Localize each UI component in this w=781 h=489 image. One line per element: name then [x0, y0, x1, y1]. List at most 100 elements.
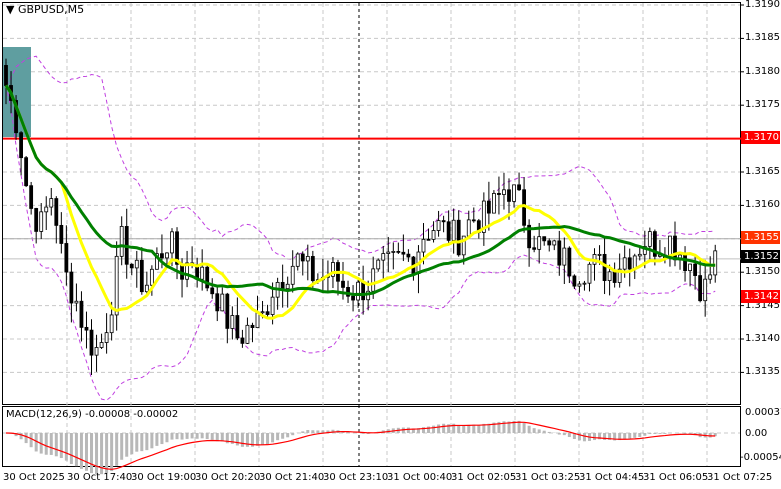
candle-bull [200, 266, 205, 280]
candle-bear [401, 251, 406, 255]
candle-bull [622, 257, 627, 270]
macd-label: MACD(12,26,9) -0.00008 -0.00002 [6, 409, 179, 420]
macd-histogram-bar [316, 430, 320, 433]
candle-bull [381, 253, 386, 261]
macd-histogram-bar [266, 433, 270, 445]
macd-histogram-bar [281, 433, 285, 439]
ma-fast-line [4, 84, 716, 320]
candle-bull [134, 259, 139, 269]
macd-histogram-bar [311, 430, 315, 433]
macd-histogram-bar [547, 431, 551, 433]
macd-histogram-bar [638, 433, 642, 437]
candle-bull [74, 300, 79, 304]
candle-bear [34, 208, 39, 232]
candle-bull [492, 193, 496, 214]
macd-histogram-bar [658, 433, 662, 434]
macd-histogram-bar [522, 422, 526, 433]
candle-bear [532, 247, 537, 250]
candle-bull [260, 311, 265, 314]
macd-histogram-bar [195, 433, 199, 439]
candle-bear [612, 271, 617, 283]
candle-bull [295, 253, 300, 267]
candle-bull [582, 282, 587, 285]
candle-bear [280, 281, 285, 290]
candle-bull [431, 230, 436, 240]
price-axis-label: 1.3190 [745, 0, 780, 10]
macd-histogram-bar [648, 433, 652, 435]
candle-bull [703, 278, 708, 302]
candle-bear [396, 250, 401, 253]
candle-bull [647, 231, 652, 247]
macd-histogram-bar [90, 433, 94, 474]
macd-histogram-bar [593, 433, 597, 441]
macd-histogram-bar [442, 423, 446, 433]
macd-histogram-bar [200, 433, 204, 439]
macd-histogram-bar [110, 433, 114, 472]
candle-bull [99, 342, 104, 348]
candle-bear [19, 132, 23, 159]
macd-histogram-bar [64, 433, 68, 461]
candle-bear [24, 157, 29, 187]
macd-histogram-bar [462, 425, 466, 433]
candle-bull [104, 332, 109, 343]
candle-bear [542, 236, 547, 242]
candle-bear [250, 324, 255, 328]
main-pane-frame [2, 2, 741, 405]
candle-bull [39, 211, 44, 232]
candle-bull [607, 271, 612, 281]
candle-bear [673, 235, 677, 261]
candle-bear [406, 253, 411, 258]
macd-histogram-bar [140, 433, 144, 452]
macd-histogram-bar [84, 433, 88, 471]
macd-histogram-bar [29, 433, 33, 448]
macd-histogram-bar [120, 433, 124, 460]
macd-histogram-bar [557, 433, 561, 435]
candle-bear [160, 253, 164, 259]
macd-axis-bottom: -0.00054 [740, 452, 781, 463]
candle-bear [215, 293, 220, 312]
candle-bull [451, 219, 456, 241]
candle-bear [4, 65, 8, 86]
macd-histogram-bar [190, 433, 194, 439]
candle-bear [426, 238, 431, 241]
candle-bull [270, 296, 275, 315]
candle-bull [114, 255, 119, 316]
macd-histogram-bar [256, 433, 259, 446]
macd-histogram-bar [180, 433, 184, 440]
candle-bull [165, 252, 169, 259]
time-axis-label: 31 Oct 00:40 [387, 472, 453, 483]
candle-bear [446, 221, 451, 241]
candle-bear [557, 240, 562, 266]
macd-axis-zero: 0.00 [745, 428, 768, 439]
macd-histogram-bar [175, 433, 179, 440]
candle-bull [421, 238, 426, 253]
candle-bear [567, 247, 572, 277]
macd-histogram-bar [240, 433, 244, 447]
macd-histogram-bar [291, 433, 295, 436]
chart-window: ▼ GBPUSD,M5 MACD(12,26,9) -0.00008 -0.00… [0, 0, 781, 489]
candle-bear [486, 200, 491, 214]
macd-histogram-bar [582, 433, 586, 442]
candle-bull [285, 283, 290, 290]
time-axis-label: 31 Oct 02:05 [451, 472, 517, 483]
resistance-price-tag: 1.3170 [741, 131, 780, 144]
time-axis-label: 31 Oct 07:25 [707, 472, 773, 483]
candle-bear [627, 257, 632, 270]
macd-histogram-bar [532, 428, 536, 433]
candle-bear [64, 243, 69, 273]
time-axis-label: 31 Oct 03:25 [515, 472, 581, 483]
candle-bear [300, 253, 305, 262]
time-axis-label: 31 Oct 04:45 [579, 472, 645, 483]
macd-histogram-bar [74, 433, 78, 467]
candle-bear [54, 198, 59, 226]
candle-bull [391, 250, 396, 253]
candle-bull [688, 263, 692, 272]
candle-bear [69, 271, 74, 304]
dropdown-triangle-icon[interactable]: ▼ [6, 3, 18, 16]
candle-bear [683, 254, 687, 272]
candle-bear [361, 281, 366, 301]
candle-bull [376, 259, 381, 270]
macd-histogram-bar [95, 433, 99, 475]
macd-histogram-bar [437, 424, 441, 433]
symbol-title[interactable]: ▼ GBPUSD,M5 [6, 3, 84, 16]
